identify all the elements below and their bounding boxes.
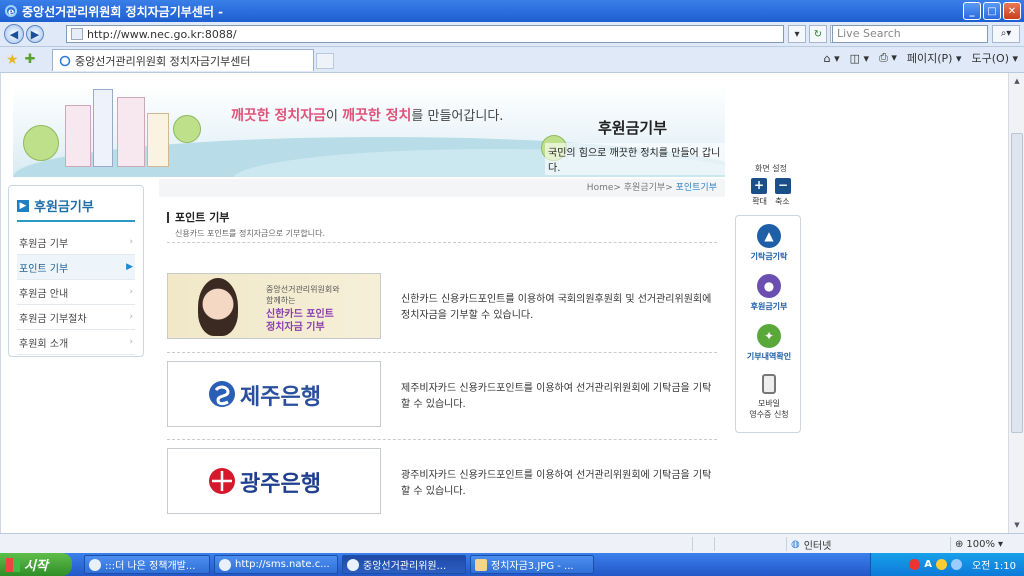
network-icon[interactable] (950, 559, 962, 570)
sidebar-title: ▶ 후원금기부 (17, 196, 135, 222)
tab-nec[interactable]: 중앙선거관리위원회 정치자금기부센터 (52, 49, 314, 71)
minimize-button[interactable]: _ (963, 2, 981, 20)
sidebar-item-point-donation[interactable]: 포인트 기부 ▶ (17, 255, 135, 280)
windows-logo-icon (6, 557, 20, 572)
jeju-bank-logo-icon (208, 380, 236, 408)
ie-icon (347, 558, 359, 571)
top-banner: 깨끗한 정치자금이 깨끗한 정치를 만들어갑니다. 후원금기부 국민의 힘으로 … (13, 85, 725, 177)
zoom-level[interactable]: 100% (966, 539, 995, 550)
tray-icon[interactable] (935, 559, 947, 570)
vertical-scrollbar[interactable]: ▲ ▼ (1008, 73, 1024, 533)
sidebar-menu: ▶ 후원금기부 후원금 기부 › 포인트 기부 ▶ 후원금 안내 › 후원금 기부절차 ›… (8, 185, 144, 357)
chevron-down-icon[interactable]: ▾ (998, 539, 1003, 550)
ie-icon (219, 558, 231, 571)
window-title: 중앙선거관리위원회 정치자금기부센터 - (22, 4, 224, 19)
model-photo (198, 278, 238, 336)
add-favorites-icon[interactable]: ✚ (25, 52, 36, 67)
mobile-phone-icon (762, 374, 776, 394)
system-tray: A 오전 1:10 (870, 553, 1024, 576)
print-icon[interactable]: ⎙ ▾ (879, 51, 897, 65)
maximize-button[interactable]: □ (983, 2, 1001, 20)
page-menu[interactable]: 페이지(P) ▾ (907, 50, 962, 66)
arrow-icon: ▶ (17, 199, 29, 212)
taskbar: 시작 :::더 나은 정책개발... http://sms.nate.c... … (0, 553, 1024, 576)
ballot-icon: ▲ (757, 224, 781, 248)
navigation-bar: ◀ ▶ http://www.nec.go.kr:8088/ ▾ ↻ ✕ Liv… (0, 22, 1024, 47)
globe-icon: ◍ (791, 538, 800, 550)
favorites-star-icon[interactable]: ★ (6, 52, 19, 68)
zoom-icon: ⊕ (955, 538, 964, 550)
banner-slogan: 깨끗한 정치자금이 깨끗한 정치를 만들어갑니다. (231, 108, 504, 124)
gwangju-bank-banner[interactable]: 광주은행 (167, 448, 381, 514)
new-tab-button[interactable] (316, 53, 334, 69)
window-title-bar: e 중앙선거관리위원회 정치자금기부센터 - _ □ ✕ (0, 0, 1024, 22)
zoom-in-label: 확대 (752, 197, 767, 206)
ie-icon (89, 558, 101, 571)
sidebar-item-about[interactable]: 후원회 소개 › (17, 330, 135, 355)
zoom-in-button[interactable]: + (751, 178, 767, 194)
jeju-description: 제주비자카드 신용카드포인트를 이용하여 선거관리위원회에 기탁금을 기탁할 수… (401, 383, 712, 410)
gwangju-description: 광주비자카드 신용카드포인트를 이용하여 선거관리위원회에 기탁금을 기탁할 수… (401, 470, 712, 497)
start-button[interactable]: 시작 (0, 553, 72, 576)
sidebar-item-guide[interactable]: 후원금 안내 › (17, 280, 135, 305)
ie-logo-icon: e (4, 4, 18, 18)
search-input[interactable]: Live Search (832, 25, 988, 43)
refresh-button[interactable]: ↻ (809, 25, 827, 43)
quick-item-mobile-receipt[interactable]: 모바일 영수증 신청 (736, 374, 802, 420)
breadcrumb-home[interactable]: Home (587, 183, 614, 193)
zoom-controls: 화면 설정 + − 확대 축소 (741, 163, 801, 207)
sidebar-item-donation[interactable]: 후원금 기부 › (17, 230, 135, 255)
tools-menu[interactable]: 도구(O) ▾ (972, 50, 1019, 66)
feeds-icon[interactable]: ◫ ▾ (850, 52, 869, 65)
address-bar[interactable]: http://www.nec.go.kr:8088/ (66, 25, 784, 43)
page-icon (71, 28, 83, 40)
taskbar-item-4[interactable]: 정치자금3.JPG - ... (470, 555, 594, 574)
zone-label: 인터넷 (803, 540, 832, 552)
banner-subtitle: 국민의 힘으로 깨끗한 정치를 만들어 갑니다. (545, 143, 725, 175)
ie-page-icon (59, 55, 71, 67)
banner-title: 후원금기부 (598, 119, 668, 137)
gwangju-bank-name: 광주은행 (240, 471, 321, 497)
page-description: 신용카드 포인트를 정치자금으로 기부합니다. (167, 225, 717, 243)
jeju-bank-name: 제주은행 (240, 384, 321, 410)
language-icon[interactable] (909, 559, 921, 570)
page-title: 포인트 기부 (167, 209, 229, 225)
sidebar-item-procedure[interactable]: 후원금 기부절차 › (17, 305, 135, 330)
zoom-out-label: 축소 (775, 197, 790, 206)
page-content: 깨끗한 정치자금이 깨끗한 정치를 만들어갑니다. 후원금기부 국민의 힘으로 … (0, 73, 1008, 533)
back-button[interactable]: ◀ (4, 24, 24, 44)
command-bar: ⌂ ▾ ◫ ▾ ⎙ ▾ 페이지(P) ▾ 도구(O) ▾ (824, 50, 1018, 66)
taskbar-item-2[interactable]: http://sms.nate.c... (214, 555, 338, 574)
svg-text:e: e (8, 7, 14, 18)
dropdown-arrow-icon[interactable]: ▾ (788, 25, 806, 43)
taskbar-item-1[interactable]: :::더 나은 정책개발... (84, 555, 210, 574)
forward-button[interactable]: ▶ (26, 25, 44, 43)
taskbar-item-3[interactable]: 중앙선거관리위원... (342, 555, 466, 574)
quick-menu: ▲ 기탁금기탁 ● 후원금기부 ✦ 기부내역확인 모바일 영수증 신청 (735, 215, 801, 433)
quick-item-history[interactable]: ✦ 기부내역확인 (736, 324, 802, 362)
close-button[interactable]: ✕ (1003, 2, 1021, 20)
ime-icon[interactable]: A (924, 559, 932, 570)
bulb-icon: ✦ (757, 324, 781, 348)
people-icon: ● (757, 274, 781, 298)
breadcrumb-current: 포인트기부 (675, 183, 717, 193)
jeju-bank-banner[interactable]: 제주은행 (167, 361, 381, 427)
tab-bar: ★ ✚ 중앙선거관리위원회 정치자금기부센터 ⌂ ▾ ◫ ▾ ⎙ ▾ 페이지(P… (0, 47, 1024, 73)
search-button[interactable]: ⌕▾ (992, 25, 1020, 43)
breadcrumb: Home> 후원금기부> 포인트기부 (159, 179, 725, 197)
home-icon[interactable]: ⌂ ▾ (824, 52, 840, 65)
quick-item-donation[interactable]: ● 후원금기부 (736, 274, 802, 312)
clock: 오전 1:10 (971, 561, 1016, 572)
gwangju-bank-logo-icon (208, 467, 236, 495)
status-bar: ◍ 인터넷 ⊕ 100% ▾ (0, 533, 1024, 553)
zoom-out-button[interactable]: − (775, 178, 791, 194)
zoom-title: 화면 설정 (755, 164, 787, 173)
address-text: http://www.nec.go.kr:8088/ (87, 27, 237, 41)
quick-item-deposit[interactable]: ▲ 기탁금기탁 (736, 224, 802, 262)
tab-label: 중앙선거관리위원회 정치자금기부센터 (75, 54, 251, 68)
shinhan-card-banner[interactable]: 중앙선거관리위원회와 함께하는 신한카드 포인트 정치자금 기부 (167, 273, 381, 339)
image-file-icon (475, 558, 487, 571)
shinhan-description: 신한카드 신용카드포인트를 이용하여 국회의원후원회 및 선거관리위원회에 정치… (401, 294, 712, 321)
breadcrumb-level1[interactable]: 후원금기부 (624, 183, 665, 193)
